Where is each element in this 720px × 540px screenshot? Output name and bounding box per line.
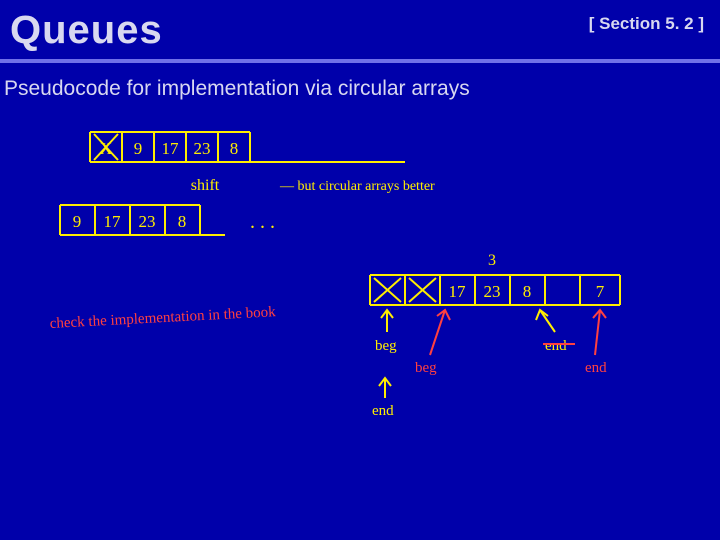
end-label-3: end <box>372 403 394 419</box>
diagram: X 9 17 23 8 shift — but circular arrays … <box>0 110 720 540</box>
divider <box>0 59 720 63</box>
end-label: end <box>545 338 567 354</box>
page-title: Queues <box>10 8 163 53</box>
array-3: 17 23 8 7 3 <box>370 252 620 305</box>
cell-text: 9 <box>134 139 143 158</box>
cell-text: 7 <box>596 282 605 301</box>
cell-text: 23 <box>484 282 501 301</box>
array-1: X 9 17 23 8 <box>90 132 405 162</box>
check-note: check the implementation in the book <box>49 304 276 332</box>
beg-label: beg <box>375 338 397 354</box>
cell-text: 17 <box>104 212 122 231</box>
cell-text: 8 <box>230 139 239 158</box>
three-label: 3 <box>488 252 496 269</box>
end-label-2: end <box>585 360 607 376</box>
subtitle: Pseudocode for implementation via circul… <box>0 73 720 111</box>
cell-text: 17 <box>162 139 180 158</box>
cell-text: 23 <box>139 212 156 231</box>
cell-text: 9 <box>73 212 82 231</box>
cell-text: 17 <box>449 282 467 301</box>
arrows <box>381 310 606 355</box>
header: Queues [ Section 5. 2 ] <box>0 0 720 57</box>
section-label: [ Section 5. 2 ] <box>589 8 704 34</box>
comment-text: — but circular arrays better <box>279 179 435 194</box>
cell-text: 8 <box>178 212 187 231</box>
shift-label: shift <box>191 177 220 194</box>
array-2: 9 17 23 8 <box>60 205 225 235</box>
cell-text: 8 <box>523 282 532 301</box>
ellipsis: . . . <box>250 211 275 233</box>
cell-text: 23 <box>194 139 211 158</box>
beg-label-2: beg <box>415 360 437 376</box>
